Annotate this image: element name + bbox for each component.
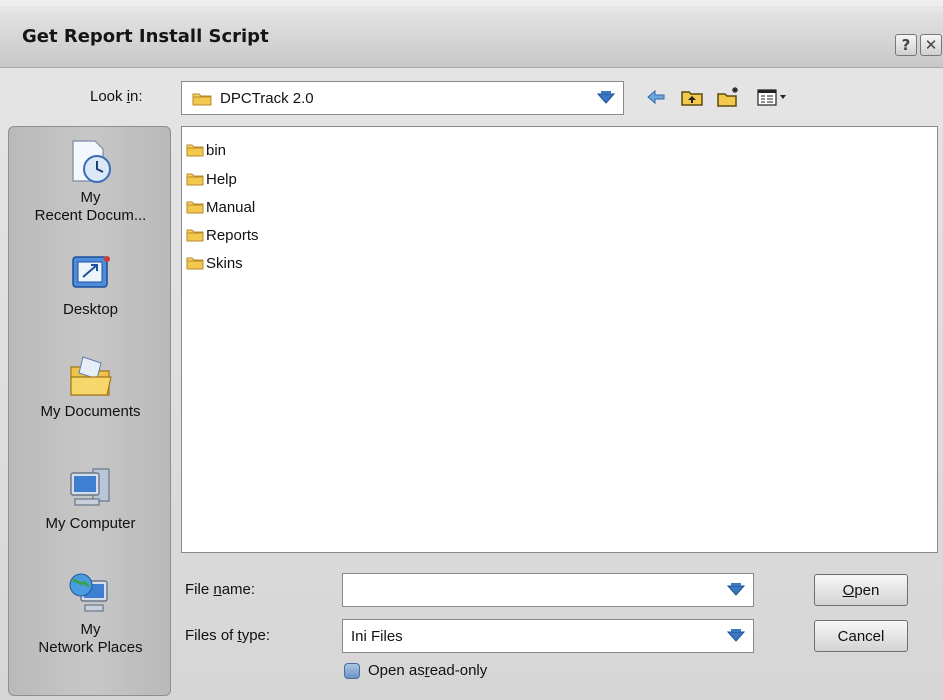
file-name: bin <box>206 141 227 159</box>
my-computer-icon <box>69 468 109 506</box>
readonly-checkbox[interactable] <box>344 662 360 679</box>
filename-label-suffix: ame: <box>221 581 256 598</box>
list-item[interactable]: Skins <box>186 253 243 273</box>
folder-icon <box>186 229 204 242</box>
place-label-line1: Desktop <box>62 301 119 318</box>
chevron-down-icon[interactable] <box>725 628 747 644</box>
folder-icon <box>186 201 204 214</box>
folder-icon <box>192 93 212 105</box>
folder-icon <box>186 173 204 186</box>
help-icon: ? <box>901 36 911 54</box>
readonly-label-suffix: ead-only <box>429 662 488 679</box>
filename-label-prefix: File <box>185 581 214 598</box>
folder-icon <box>186 257 204 270</box>
filename-label-accel: n <box>213 581 222 598</box>
list-item[interactable]: Help <box>186 169 237 189</box>
recent-documents-icon <box>71 140 111 183</box>
cancel-button[interactable]: Cancel <box>814 620 908 652</box>
lookin-label-prefix: Look <box>90 88 127 105</box>
chevron-down-icon[interactable] <box>595 90 617 106</box>
filetype-label-suffix: ype: <box>241 627 271 644</box>
new-folder-icon[interactable] <box>716 86 740 108</box>
up-folder-icon[interactable] <box>680 86 704 108</box>
readonly-label-prefix: Open as <box>368 662 425 679</box>
help-button[interactable]: ? <box>895 34 917 56</box>
network-places-icon <box>69 573 108 612</box>
cancel-button-label: Cancel <box>837 627 885 645</box>
places-bar: My Recent Docum... Desktop My Documents <box>8 126 171 696</box>
list-item[interactable]: Manual <box>186 197 255 217</box>
file-name: Skins <box>206 254 243 272</box>
readonly-row[interactable]: Open as r ead-only <box>344 662 487 679</box>
filetype-value: Ini Files <box>351 627 403 645</box>
view-menu-icon[interactable] <box>756 86 790 108</box>
lookin-label-suffix: n: <box>130 88 143 105</box>
chevron-down-icon[interactable] <box>725 582 747 598</box>
close-icon: ✕ <box>924 36 938 54</box>
filetype-label: Files of type: <box>185 627 270 644</box>
file-name: Manual <box>206 198 256 216</box>
place-label-line1: My Computer <box>45 515 136 532</box>
place-desktop[interactable]: Desktop <box>9 253 172 319</box>
file-name: Help <box>206 170 237 188</box>
dialog-window: Get Report Install Script ? ✕ Look in: D… <box>0 0 943 700</box>
filename-combo[interactable] <box>342 573 754 607</box>
close-button[interactable]: ✕ <box>920 34 942 56</box>
filename-label: File name: <box>185 581 255 598</box>
place-label-line1: My <box>80 189 101 206</box>
desktop-icon <box>71 256 110 288</box>
lookin-value: DPCTrack 2.0 <box>220 89 314 107</box>
place-my-computer[interactable]: My Computer <box>9 465 172 533</box>
filetype-label-prefix: Files of <box>185 627 238 644</box>
my-documents-icon <box>69 356 112 396</box>
folder-icon <box>186 144 204 157</box>
place-label-line2: Network Places <box>38 639 143 656</box>
file-list[interactable]: bin Help Manual Reports Skins <box>181 126 938 553</box>
place-my-documents[interactable]: My Documents <box>9 353 172 421</box>
open-button-label: pen <box>854 581 880 599</box>
lookin-label: Look in: <box>90 88 143 105</box>
list-item[interactable]: Reports <box>186 225 259 245</box>
dialog-title: Get Report Install Script <box>22 26 269 47</box>
list-item[interactable]: bin <box>186 140 226 160</box>
place-label-line2: Recent Docum... <box>34 207 147 224</box>
back-arrow-icon[interactable] <box>644 86 668 108</box>
place-network-places[interactable]: My Network Places <box>9 571 172 657</box>
place-recent-documents[interactable]: My Recent Docum... <box>9 139 172 225</box>
place-label-line1: My <box>80 621 101 638</box>
lookin-dropdown[interactable]: DPCTrack 2.0 <box>181 81 624 115</box>
open-button[interactable]: Open <box>814 574 908 606</box>
title-bar: Get Report Install Script ? ✕ <box>0 12 943 68</box>
file-name: Reports <box>206 226 259 244</box>
open-button-accel: O <box>842 581 855 599</box>
place-label-line1: My Documents <box>40 403 141 420</box>
filetype-dropdown[interactable]: Ini Files <box>342 619 754 653</box>
